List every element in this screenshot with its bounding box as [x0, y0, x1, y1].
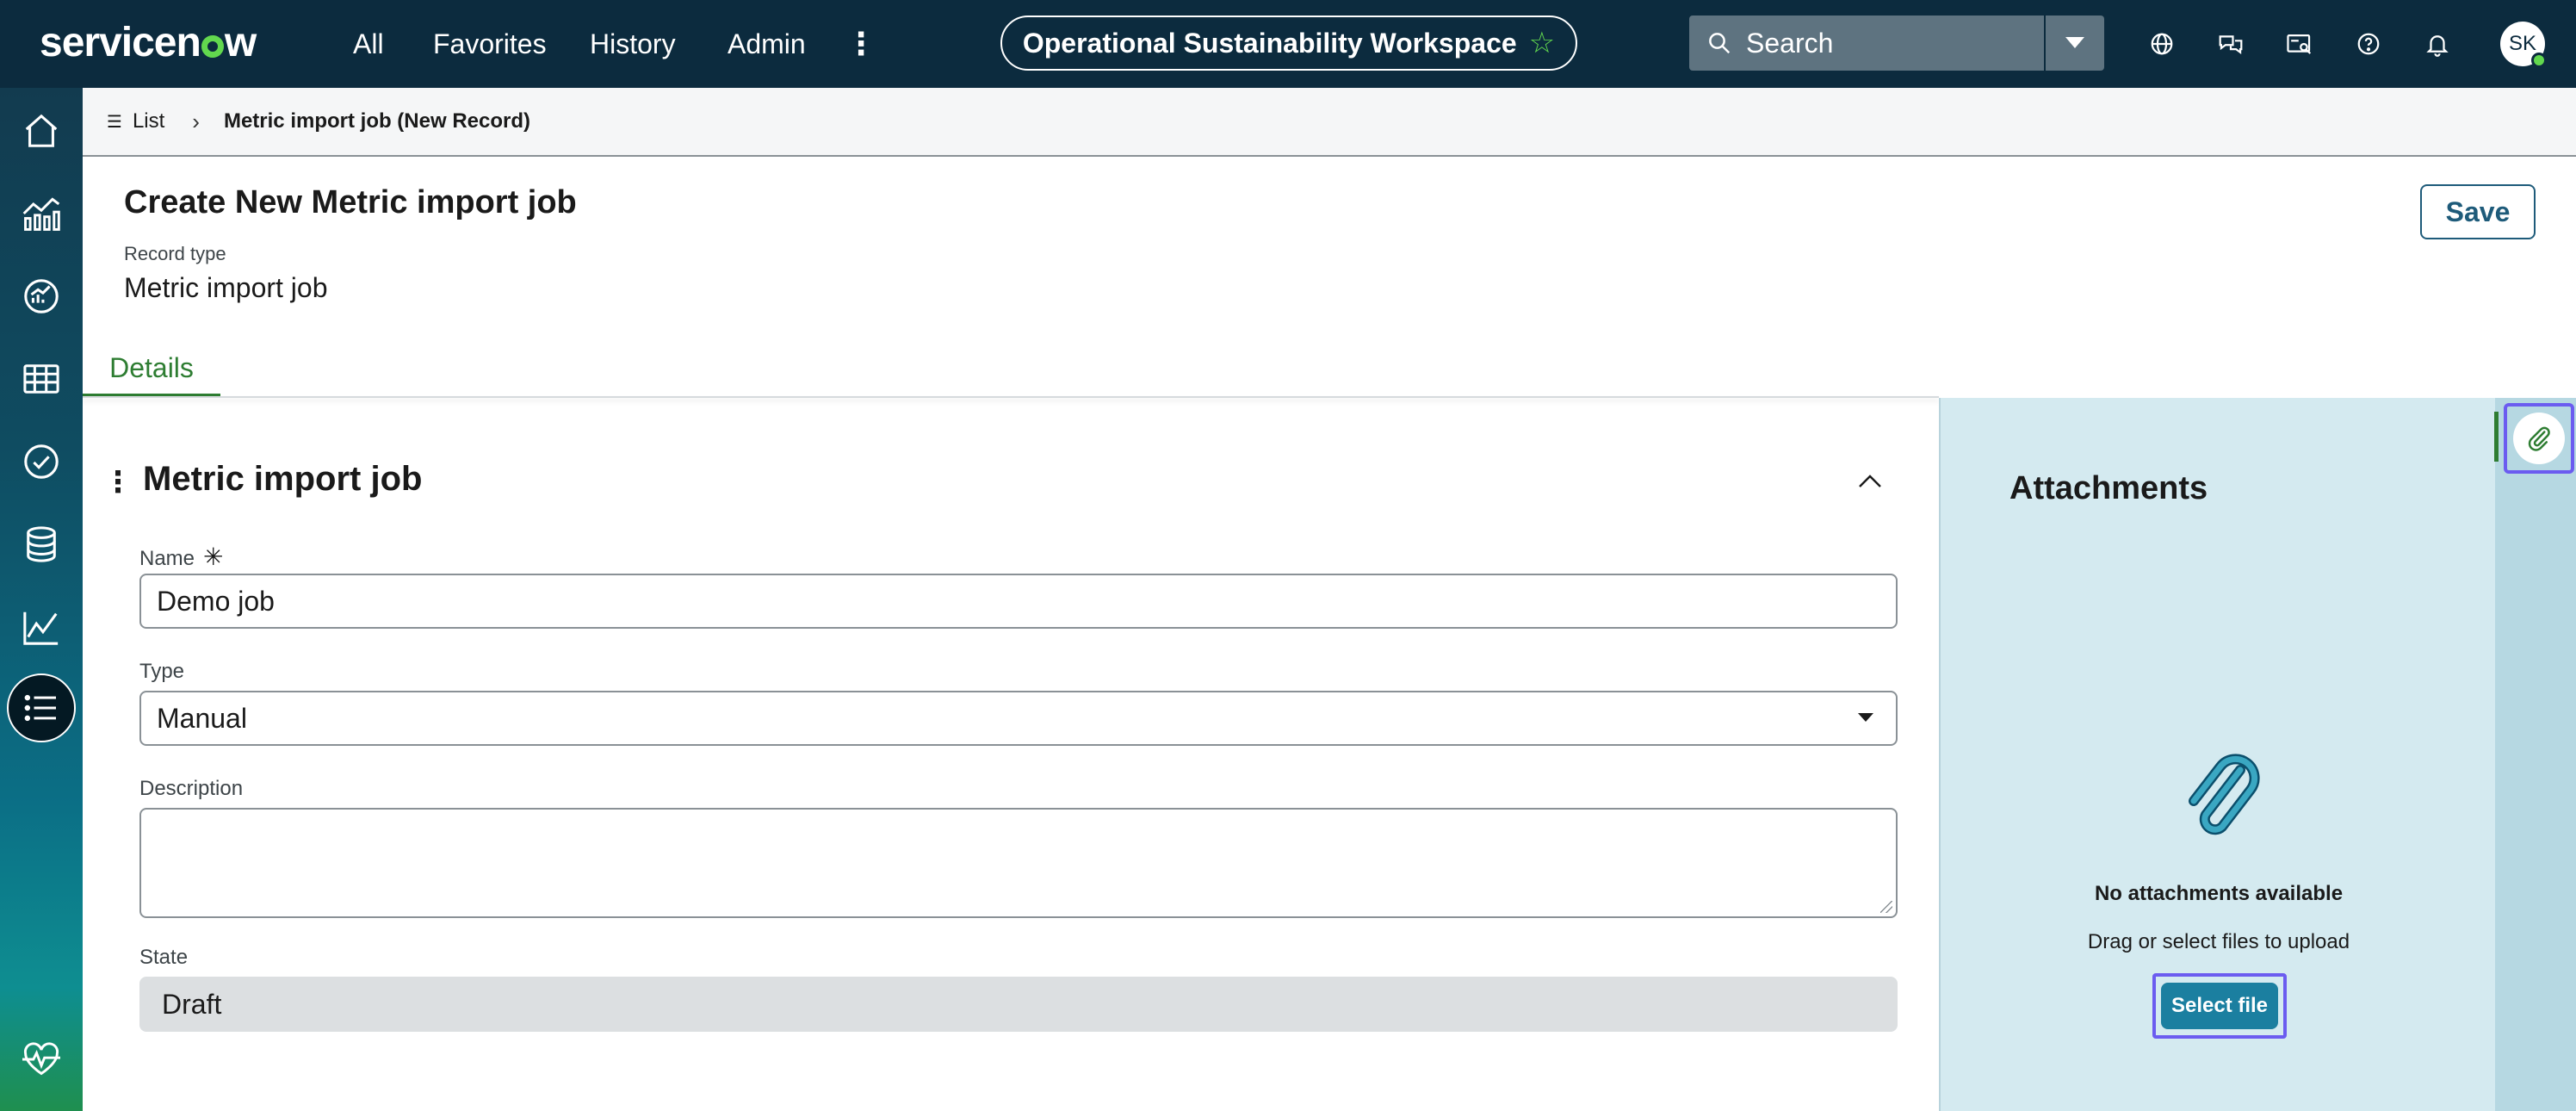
attachments-title: Attachments [2009, 470, 2208, 506]
page-title: Create New Metric import job [124, 184, 577, 220]
table-icon[interactable] [15, 353, 67, 405]
home-icon[interactable] [15, 105, 67, 157]
caret-down-icon [2065, 37, 2084, 48]
help-icon[interactable] [2347, 22, 2390, 65]
select-file-button[interactable]: Select file [2161, 983, 2278, 1029]
trend-chart-icon[interactable] [15, 601, 67, 653]
state-field-readonly: Draft [139, 977, 1898, 1032]
card-search-icon[interactable] [2278, 22, 2321, 65]
active-tab-indicator [2494, 412, 2499, 462]
description-field-label: Description [139, 777, 244, 800]
logo-text-end: w [224, 19, 257, 65]
state-value: Draft [162, 988, 222, 1020]
select-file-focus-ring: Select file [2152, 973, 2287, 1039]
attachments-tab-focus-ring [2504, 403, 2574, 474]
section-more-menu[interactable]: ⋮ [103, 465, 133, 500]
collapse-section-button[interactable] [1851, 462, 1889, 500]
presence-status-dot [2531, 53, 2547, 68]
search-icon [1709, 33, 1731, 54]
breadcrumb-list-link[interactable]: ☰ List [107, 109, 164, 133]
paperclip-illustration-icon [2189, 754, 2260, 835]
no-attachments-text: No attachments available [2094, 882, 2344, 905]
search-scope-dropdown[interactable] [2046, 16, 2104, 71]
favorite-star-icon[interactable]: ☆ [1529, 26, 1555, 60]
breadcrumb-list-label: List [132, 109, 165, 133]
servicenow-logo[interactable]: servicen w [40, 12, 257, 72]
type-field-label: Type [139, 660, 185, 683]
bell-icon[interactable] [2416, 22, 2459, 65]
breadcrumb-current: Metric import job (New Record) [223, 109, 530, 133]
chevron-up-icon [1859, 475, 1881, 487]
contextual-side-strip [2495, 398, 2576, 1111]
chevron-right-icon: › [192, 108, 200, 134]
name-field-value: Demo job [157, 585, 275, 617]
global-search-input[interactable]: Search [1689, 16, 2044, 71]
database-icon[interactable] [15, 518, 67, 570]
globe-icon[interactable] [2140, 22, 2183, 65]
nav-all[interactable]: All [353, 0, 384, 88]
required-asterisk-icon: ✳ [203, 543, 224, 570]
analytics-icon[interactable] [15, 188, 67, 239]
search-placeholder: Search [1746, 27, 1834, 59]
dashboard-icon[interactable] [15, 270, 67, 322]
caret-down-icon [1858, 713, 1873, 722]
chat-icon[interactable] [2209, 22, 2252, 65]
workspace-title: Operational Sustainability Workspace [1022, 27, 1517, 59]
list-lines-icon: ☰ [107, 112, 122, 132]
attachments-tab-button[interactable] [2513, 413, 2565, 464]
nav-admin[interactable]: Admin [728, 0, 806, 88]
avatar-initials: SK [2508, 32, 2536, 55]
paperclip-icon [2528, 426, 2550, 451]
list-icon[interactable] [7, 673, 76, 742]
tab-divider [83, 396, 1939, 398]
top-navigation-bar: servicen w All Favorites History Admin ⋮ … [0, 0, 2576, 88]
left-navigation-rail [0, 88, 83, 1111]
name-field[interactable]: Demo job [139, 574, 1898, 629]
nav-favorites[interactable]: Favorites [433, 0, 547, 88]
upload-hint-text: Drag or select files to upload [2087, 930, 2350, 953]
name-label-text: Name [139, 547, 195, 570]
type-select[interactable]: Manual [139, 691, 1898, 746]
type-select-value: Manual [157, 702, 247, 734]
check-circle-icon[interactable] [15, 436, 67, 487]
health-icon[interactable] [15, 1033, 67, 1085]
save-button[interactable]: Save [2420, 184, 2536, 239]
description-textarea[interactable] [139, 808, 1898, 918]
user-avatar[interactable]: SK [2500, 22, 2547, 68]
tab-details[interactable]: Details [83, 343, 220, 398]
record-type-label: Record type [124, 243, 226, 264]
workspace-title-pill[interactable]: Operational Sustainability Workspace ☆ [1000, 16, 1577, 71]
name-field-label: Name ✳ [139, 543, 224, 571]
section-title: Metric import job [143, 460, 423, 498]
state-field-label: State [139, 946, 189, 969]
nav-history[interactable]: History [590, 0, 676, 88]
breadcrumb: ☰ List › Metric import job (New Record) [83, 88, 2576, 157]
resize-handle-icon[interactable] [1880, 901, 1892, 913]
logo-text: servicen [40, 19, 201, 65]
record-type-value: Metric import job [124, 272, 328, 303]
nav-more-menu[interactable]: ⋮ [845, 0, 876, 88]
attachments-panel: Attachments No attachments available Dra… [1939, 398, 2495, 1111]
logo-o-mark [201, 35, 224, 58]
